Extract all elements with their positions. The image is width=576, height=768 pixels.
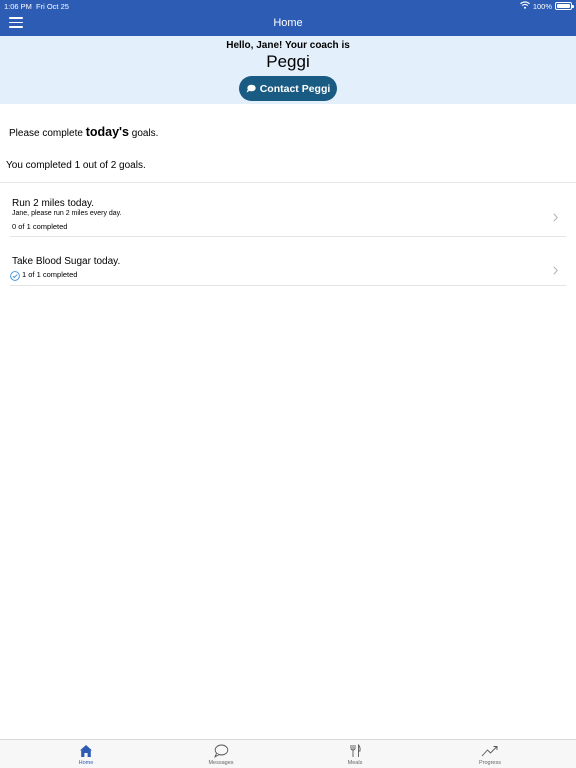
- tab-home[interactable]: Home: [14, 740, 158, 768]
- instruction-prefix: Please complete: [9, 128, 86, 139]
- tab-messages[interactable]: Messages: [149, 740, 293, 768]
- chat-bubble-icon: [214, 744, 229, 758]
- contact-coach-button[interactable]: Contact Peggi: [239, 76, 337, 101]
- top-bar: 1:06 PM Fri Oct 25 100% Home: [0, 0, 576, 36]
- tab-meals[interactable]: Meals: [283, 740, 427, 768]
- fork-knife-icon: [350, 744, 361, 757]
- battery-percent: 100%: [532, 1, 552, 11]
- chevron-right-icon: [553, 262, 558, 280]
- home-icon: [80, 745, 92, 757]
- tab-meals-label: Meals: [347, 760, 363, 766]
- checkmark-circle-icon: [10, 268, 20, 286]
- battery-icon: [555, 2, 574, 10]
- trend-up-icon: [481, 746, 498, 757]
- coach-panel: Hello, Jane! Your coach is Peggi Contact…: [0, 36, 576, 104]
- goal-progress: 1 of 1 completed: [22, 270, 78, 279]
- page-title: Home: [273, 17, 303, 29]
- goal-row[interactable]: Take Blood Sugar today. 1 of 1 completed: [10, 237, 566, 286]
- coach-greeting: Hello, Jane! Your coach is: [226, 40, 350, 51]
- tab-progress[interactable]: Progress: [418, 740, 562, 768]
- instruction-emphasis: today's: [85, 125, 129, 139]
- status-time: 1:06 PM: [4, 2, 32, 11]
- instruction-suffix: goals.: [128, 128, 159, 139]
- wifi-icon: [519, 1, 530, 11]
- goal-description: Jane, please run 2 miles every day.: [12, 210, 122, 217]
- chat-bubble-icon: [246, 84, 256, 93]
- tab-bar: Home Messages Meals Progress: [0, 739, 576, 768]
- goal-progress: 0 of 1 completed: [12, 222, 68, 231]
- coach-name: Peggi: [266, 52, 310, 71]
- goal-row[interactable]: Run 2 miles today. Jane, please run 2 mi…: [10, 183, 566, 237]
- goal-title: Run 2 miles today.: [12, 198, 95, 209]
- tab-home-label: Home: [78, 760, 94, 766]
- goal-title: Take Blood Sugar today.: [12, 256, 121, 267]
- contact-coach-label: Contact Peggi: [259, 82, 331, 95]
- status-indicators: 100%: [519, 1, 574, 11]
- goals-summary: You completed 1 out of 2 goals.: [6, 160, 146, 171]
- tab-messages-label: Messages: [208, 760, 234, 766]
- status-date: Fri Oct 25: [36, 2, 69, 11]
- chevron-right-icon: [553, 209, 558, 227]
- tab-progress-label: Progress: [478, 760, 501, 766]
- goals-instruction: Please complete today's goals.: [9, 125, 158, 139]
